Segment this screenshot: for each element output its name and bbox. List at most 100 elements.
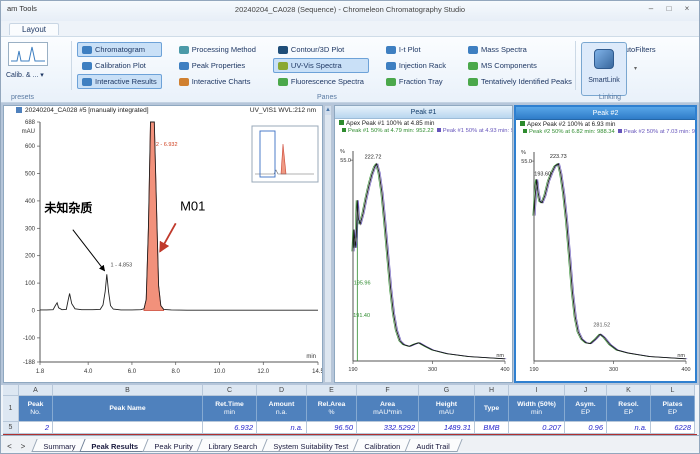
data-cell-area[interactable]: 332.5292 [357, 422, 419, 434]
spectrum-label: 195.96 [354, 280, 371, 286]
header-cell-height[interactable]: HeightmAU [419, 396, 475, 422]
column-letter-j[interactable]: J [565, 385, 607, 396]
ribbon-button-peak-properties[interactable]: Peak Properties [174, 58, 261, 73]
peak-label: 1 - 4.853 [111, 263, 133, 269]
zoom-inset[interactable] [252, 126, 318, 182]
spectrum-label: 281.52 [593, 322, 610, 328]
legend-entry: Peak #2 50% at 6.82 min: 988.34 [529, 129, 615, 135]
annotation-arrow [73, 230, 105, 271]
spectrum-panel-1-title[interactable]: Peak #1 [335, 106, 512, 119]
ribbon-button-fluorescence-spectra[interactable]: Fluorescence Spectra [273, 74, 369, 89]
header-cell-peak-name[interactable]: Peak Name [53, 396, 203, 422]
chromatogram-plot[interactable]: 6886005004003002001000-100-188mAU1.84.06… [4, 106, 322, 382]
pane-scrollbar[interactable]: ▲ [324, 105, 332, 383]
data-cell-asym[interactable]: 0.96 [565, 422, 607, 434]
preset-thumbnail[interactable] [8, 42, 48, 66]
svg-text:mAU: mAU [22, 129, 35, 135]
sheet-tab-audit-trail[interactable]: Audit Trail [404, 439, 463, 452]
column-letter-k[interactable]: K [607, 385, 651, 396]
ribbon-button-processing-method[interactable]: Processing Method [174, 42, 261, 57]
column-letter-b[interactable]: B [53, 385, 203, 396]
header-cell-ret-time[interactable]: Ret.Timemin [203, 396, 257, 422]
data-cell-amount[interactable]: n.a. [257, 422, 307, 434]
minimize-button[interactable]: – [643, 2, 659, 15]
injection-rack-icon [386, 62, 396, 70]
data-cell-peak[interactable]: 2 [19, 422, 53, 434]
calib-preset-button[interactable]: Calib. & ... ▾ [6, 71, 44, 79]
header-cell-asym[interactable]: Asym.EP [565, 396, 607, 422]
column-letter-a[interactable]: A [19, 385, 53, 396]
data-cell-plates[interactable]: 6228 [651, 422, 695, 434]
fraction-tray-icon [386, 78, 396, 86]
tab-scroll-left[interactable]: < [5, 440, 14, 454]
header-cell-plates[interactable]: PlatesEP [651, 396, 695, 422]
ribbon-button-chromatogram[interactable]: Chromatogram [77, 42, 162, 57]
column-letter-f[interactable]: F [357, 385, 419, 396]
ribbon-button-i-t-plot[interactable]: I-t Plot [381, 42, 451, 57]
ribbon-button-injection-rack[interactable]: Injection Rack [381, 58, 451, 73]
smartlink-button[interactable]: SmartLink [581, 42, 627, 96]
ribbon-button-interactive-results[interactable]: Interactive Results [77, 74, 162, 89]
ribbon-button-label: Injection Rack [399, 61, 446, 70]
sheet-tab-label: Summary [43, 441, 75, 453]
ribbon-button-label: Chromatogram [95, 45, 145, 54]
spectrum-label: 223.73 [550, 154, 567, 160]
group-label-presets: presets [11, 94, 34, 101]
peak-label: 2 - 6.932 [156, 142, 178, 148]
ribbon-button-calibration-plot[interactable]: Calibration Plot [77, 58, 162, 73]
column-letter-g[interactable]: G [419, 385, 475, 396]
processing-method-icon [179, 46, 189, 54]
ribbon-button-uv-vis-spectra[interactable]: UV-Vis Spectra [273, 58, 369, 73]
ribbon-button-label: MS Components [481, 61, 537, 70]
annotation-m01: M01 [180, 198, 205, 213]
ribbon-button-contour-3d-plot[interactable]: Contour/3D Plot [273, 42, 369, 57]
sheet-tab-peak-results[interactable]: Peak Results [79, 439, 151, 452]
chromatogram-legend: 20240204_CA028 #5 [manually integrated] … [6, 107, 320, 118]
data-cell-width-50[interactable]: 0.207 [509, 422, 565, 434]
data-cell-height[interactable]: 1489.31 [419, 422, 475, 434]
ribbon-button-mass-spectra[interactable]: Mass Spectra [463, 42, 577, 57]
column-letter-h[interactable]: H [475, 385, 509, 396]
apex-legend-swatch [339, 120, 344, 125]
header-cell-width-50[interactable]: Width (50%)min [509, 396, 565, 422]
header-cell-peak[interactable]: PeakNo. [19, 396, 53, 422]
spectrum-plot-2[interactable]: %55.0190300400nm223.73193.60281.52 [516, 144, 693, 381]
header-cell-area[interactable]: AreamAU*min [357, 396, 419, 422]
svg-text:500: 500 [25, 172, 36, 178]
row-number[interactable]: 1 [3, 396, 19, 422]
sheet-tab-library-search[interactable]: Library Search [196, 439, 270, 452]
spectrum-plot-1[interactable]: %55.0190300400nm222.72195.96191.40 [335, 143, 512, 382]
sheet-tab-label: Calibration [364, 441, 400, 453]
panes-area: 20240204_CA028 #5 [manually integrated] … [1, 103, 699, 385]
tab-scroll-right[interactable]: > [18, 440, 27, 454]
data-cell-peak-name[interactable] [53, 422, 203, 434]
header-cell-rel-area[interactable]: Rel.Area% [307, 396, 357, 422]
sheet-tab-system-suitability-test[interactable]: System Suitability Test [261, 439, 361, 452]
column-letter-c[interactable]: C [203, 385, 257, 396]
ribbon-button-tentatively-identified-peaks[interactable]: Tentatively Identified Peaks [463, 74, 577, 89]
column-letter-d[interactable]: D [257, 385, 307, 396]
calibration-plot-icon [82, 62, 92, 70]
header-cell-resol[interactable]: Resol.EP [607, 396, 651, 422]
column-letter-i[interactable]: I [509, 385, 565, 396]
data-cell-resol[interactable]: n.a. [607, 422, 651, 434]
header-cell-amount[interactable]: Amountn.a. [257, 396, 307, 422]
ribbon-button-ms-components[interactable]: MS Components [463, 58, 577, 73]
chromatogram-icon [82, 46, 92, 54]
ribbon-button-interactive-charts[interactable]: Interactive Charts [174, 74, 261, 89]
column-letter-l[interactable]: L [651, 385, 695, 396]
row-number[interactable]: 5 [3, 422, 19, 434]
smartlink-dropdown[interactable]: ▾ [634, 65, 637, 72]
column-letter-e[interactable]: E [307, 385, 357, 396]
ribbon-button-fraction-tray[interactable]: Fraction Tray [381, 74, 451, 89]
spectrum-panel-2-title[interactable]: Peak #2 [516, 107, 695, 120]
header-cell-type[interactable]: Type [475, 396, 509, 422]
maximize-button[interactable]: □ [661, 2, 677, 15]
tab-layout[interactable]: Layout [9, 23, 59, 35]
data-cell-rel-area[interactable]: 96.50 [307, 422, 357, 434]
scroll-up-icon[interactable]: ▲ [325, 106, 331, 115]
sheet-tabs: < > SummaryPeak ResultsPeak PurityLibrar… [1, 435, 699, 451]
data-cell-ret-time[interactable]: 6.932 [203, 422, 257, 434]
close-button[interactable]: × [679, 2, 695, 15]
data-cell-type[interactable]: BMB [475, 422, 509, 434]
